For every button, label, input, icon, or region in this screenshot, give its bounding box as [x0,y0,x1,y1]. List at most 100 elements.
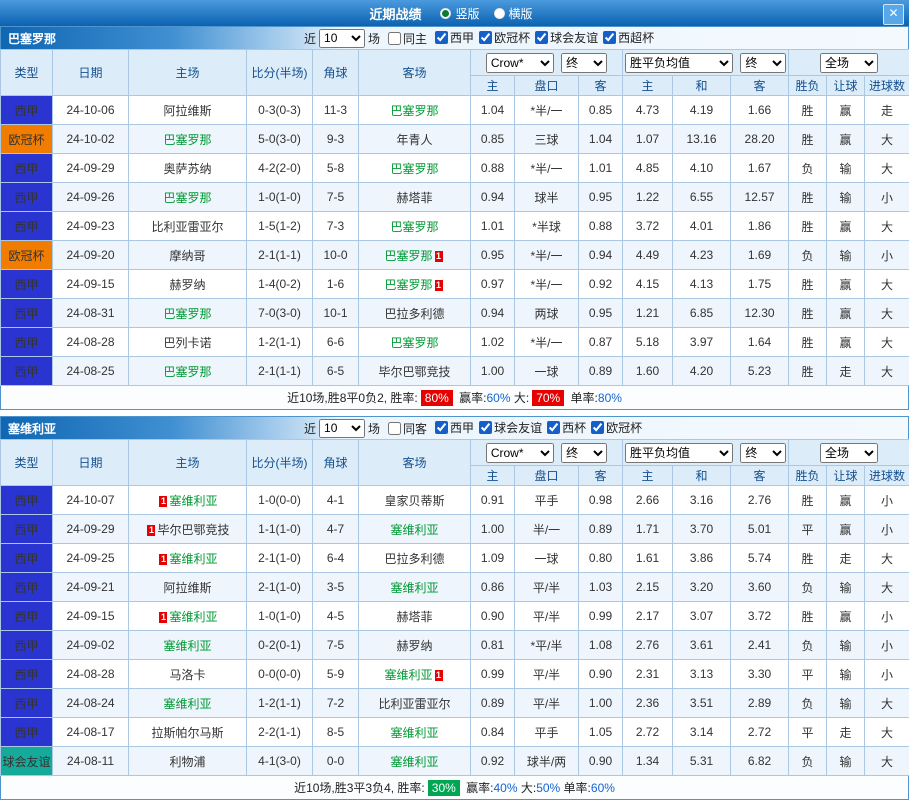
team-name: 摩纳哥 [169,249,205,263]
league-filter[interactable]: 球会友谊 [479,419,542,436]
scope-controls: 全场 [789,50,909,76]
asian-away-odds: 1.00 [579,689,623,718]
handicap-cell: *半/一 [515,96,579,125]
team-name: 塞维利亚 [169,610,217,624]
asian-stage-select[interactable]: 终 [561,443,607,463]
league-filter[interactable]: 西超杯 [603,29,654,46]
asian-stage-select[interactable]: 终 [561,53,607,73]
match-date: 24-09-15 [53,602,129,631]
goals-result-cell: 大 [865,573,909,602]
competition-type-badge: 西甲 [1,631,53,660]
match-count-select[interactable]: 10 [319,419,365,438]
league-filter[interactable]: 西甲 [435,29,474,46]
handicap-result-cell: 输 [827,631,865,660]
competition-type-badge: 欧冠杯 [1,125,53,154]
league-checkbox[interactable] [479,31,492,44]
odds-company-select[interactable]: Crow* [486,443,554,463]
league-checkbox[interactable] [435,31,448,44]
scope-select[interactable]: 全场 [820,443,878,463]
league-filter[interactable]: 欧冠杯 [591,419,642,436]
match-date: 24-09-21 [53,573,129,602]
goals-result-cell: 大 [865,544,909,573]
wdl-result-cell: 胜 [789,357,827,386]
footer-text: 大: [511,389,530,406]
europe-stage-select[interactable]: 终 [740,443,786,463]
games-label: 场 [368,30,380,47]
col-corner: 角球 [313,50,359,96]
handicap-cell: 一球 [515,357,579,386]
footer-text: 近10场,胜3平3负4, 胜率: [294,779,425,796]
handicap-result-cell: 输 [827,183,865,212]
competition-type-badge: 西甲 [1,96,53,125]
asian-away-odds: 1.04 [579,125,623,154]
red-card-icon: 1 [147,525,155,536]
team-name: 塞维利亚 [384,668,432,682]
asian-home-odds: 0.84 [471,718,515,747]
same-venue-filter[interactable]: 同客 [388,420,427,437]
asian-home-odds: 1.00 [471,357,515,386]
away-team-cell: 塞维利亚 [359,573,471,602]
league-filter[interactable]: 欧冠杯 [479,29,530,46]
euro-home-odds: 4.73 [623,96,673,125]
league-checkbox[interactable] [535,31,548,44]
euro-home-odds: 2.72 [623,718,673,747]
scope-select[interactable]: 全场 [820,53,878,73]
home-team-cell: 巴塞罗那 [129,299,247,328]
handicap-result-cell: 走 [827,544,865,573]
goals-result-cell: 小 [865,602,909,631]
league-checkbox[interactable] [435,421,448,434]
corner-cell: 9-3 [313,125,359,154]
league-checkbox[interactable] [479,421,492,434]
competition-type-badge: 西甲 [1,660,53,689]
same-venue-checkbox[interactable] [388,422,401,435]
competition-type-badge: 西甲 [1,573,53,602]
handicap-cell: 平手 [515,486,579,515]
asian-home-odds: 0.95 [471,241,515,270]
goals-result-cell: 小 [865,183,909,212]
league-checkbox[interactable] [603,31,616,44]
league-filter[interactable]: 西杯 [547,419,586,436]
league-checkbox[interactable] [591,421,604,434]
odds-company-select[interactable]: Crow* [486,53,554,73]
europe-stage-select[interactable]: 终 [740,53,786,73]
handicap-result-cell: 输 [827,660,865,689]
league-filters: 西甲球会友谊西杯欧冠杯 [430,419,642,437]
away-team-cell: 赫罗纳 [359,631,471,660]
footer-text: 近10场,胜8平0负2, 胜率: [287,389,418,406]
wdl-result-cell: 胜 [789,183,827,212]
same-venue-checkbox[interactable] [388,32,401,45]
match-date: 24-08-28 [53,660,129,689]
layout-vertical-radio[interactable]: 竖版 [440,5,479,22]
asian-away-odds: 0.90 [579,747,623,776]
euro-draw-odds: 6.55 [673,183,731,212]
euro-away-odds: 12.57 [731,183,789,212]
layout-horizontal-radio[interactable]: 横版 [494,5,533,22]
col-handicap-result: 让球 [827,76,865,96]
close-button[interactable]: ✕ [883,4,904,25]
asian-home-odds: 1.09 [471,544,515,573]
score-cell: 2-1(1-0) [247,544,313,573]
corner-cell: 1-6 [313,270,359,299]
league-filter[interactable]: 西甲 [435,419,474,436]
team-name: 巴塞罗那 [390,220,438,234]
league-checkbox[interactable] [547,421,560,434]
handicap-cell: 平/半 [515,660,579,689]
filter-bar: 近 10 场 同客 西甲球会友谊西杯欧冠杯 [304,419,642,438]
match-count-select[interactable]: 10 [319,29,365,48]
match-date: 24-09-26 [53,183,129,212]
asian-away-odds: 0.87 [579,328,623,357]
euro-draw-odds: 3.70 [673,515,731,544]
match-row: 西甲24-09-291毕尔巴鄂竞技1-1(1-0)4-7塞维利亚1.00半/一0… [1,515,909,544]
col-goals-result: 进球数 [865,76,909,96]
euro-home-odds: 1.07 [623,125,673,154]
league-filter[interactable]: 球会友谊 [535,29,598,46]
wdl-result-cell: 负 [789,573,827,602]
asian-home-odds: 1.01 [471,212,515,241]
home-team-cell: 塞维利亚 [129,631,247,660]
wdl-average-select[interactable]: 胜平负均值 [625,53,733,73]
wdl-average-select[interactable]: 胜平负均值 [625,443,733,463]
same-venue-filter[interactable]: 同主 [388,30,427,47]
team-name: 巴塞罗那 [163,365,211,379]
col-asian-home: 主 [471,466,515,486]
match-row: 西甲24-09-29奥萨苏纳4-2(2-0)5-8巴塞罗那0.88*半/一1.0… [1,154,909,183]
